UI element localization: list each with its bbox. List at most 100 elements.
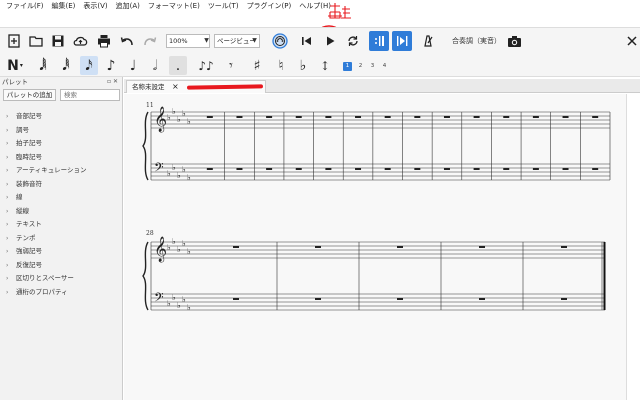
palette-item-grace-notes[interactable]: › 装飾音符 [0,178,122,192]
metronome-button[interactable] [418,31,438,51]
voice-2-button[interactable]: 2 [356,62,365,71]
tab-untitled[interactable]: 名称未設定 × [126,80,266,93]
key-flat: ♭ [167,113,171,122]
whole-rest [592,168,599,170]
menu-edit[interactable]: 編集(E) [48,0,80,13]
dot-icon: . [175,57,181,74]
loop-icon [348,36,358,46]
palette-item-time-signatures[interactable]: › 拍子記号 [0,137,122,151]
whole-rest [473,168,480,170]
palette-item-tempo[interactable]: › テンポ [0,232,122,246]
key-flat: ♭ [182,239,186,248]
rest-button[interactable]: 𝄾 [222,56,240,75]
score-canvas[interactable]: 11 28 𝄞 ♭ ♭ ♭ ♭ ♭ 𝄢 ♭ ♭ ♭ ♭ ♭ 𝄞 ♭ ♭ ♭ ♭ ♭ 𝄢 ♭ ♭ ♭ ♭ ♭ [124,94,626,400]
key-flat: ♭ [172,237,176,246]
tie-button[interactable]: ♪♪ [197,56,215,75]
palette-item-lines[interactable]: › 線 [0,191,122,205]
treble-clef: 𝄞 [154,236,167,262]
vertical-scrollbar[interactable] [626,94,640,400]
natural-button[interactable]: ♮ [272,56,290,75]
voice-3-button[interactable]: 3 [368,62,377,71]
key-flat: ♭ [187,117,191,126]
menu-plugins[interactable]: プラグイン(P) [243,0,296,13]
cloud-upload-button[interactable] [70,31,90,51]
whole-rest [562,168,569,170]
palette-item-articulations[interactable]: › アーティキュレーション [0,164,122,178]
save-button[interactable] [48,31,68,51]
whole-rest [355,168,362,170]
duration-32nd-button[interactable]: 𝅘𝅥𝅱 [57,56,75,75]
palette-item-text[interactable]: › テキスト [0,218,122,232]
chevron-right-icon: › [6,140,9,147]
palette-item-breaks-spacers[interactable]: › 区切りとスペーサー [0,272,122,286]
image-capture-button[interactable] [504,31,524,51]
brace [142,241,149,311]
augmentation-dot-button[interactable]: . [169,56,187,75]
undo-button[interactable] [117,31,137,51]
brace [142,111,149,181]
duration-half-button[interactable]: 𝅗𝅥 [146,56,164,75]
midi-input-button[interactable] [270,31,290,51]
print-button[interactable] [94,31,114,51]
whole-rest [473,116,480,118]
voice-4-button[interactable]: 4 [380,62,389,71]
play-button[interactable] [320,31,340,51]
concert-pitch-toggle[interactable]: 合奏調（実音） [452,36,501,46]
duration-16th-button[interactable]: 𝅘𝅥𝅯 [80,56,98,75]
voice-1-button[interactable]: 1 [343,62,352,71]
whole-rest [561,246,567,248]
pan-score-icon [397,36,408,46]
loop-button[interactable] [343,31,363,51]
play-repeats-button[interactable] [369,31,389,51]
pan-score-button[interactable] [392,31,412,51]
close-icon[interactable]: × [172,81,179,93]
palette-item-accidentals[interactable]: › 臨時記号 [0,151,122,165]
whole-rest [233,298,239,300]
whole-rest [397,298,403,300]
key-flat: ♭ [187,173,191,182]
palette-item-repeats[interactable]: › 反復記号 [0,259,122,273]
note-input-toolbar: N ▾ 𝅘𝅥𝅲 𝅘𝅥𝅱 𝅘𝅥𝅯 ♪ ♩ 𝅗𝅥 . ♪♪ 𝄾 ♯ ♮ ♭ ↕ 1 2… [0,54,640,77]
rewind-button[interactable] [296,31,316,51]
menu-view[interactable]: 表示(V) [79,0,111,13]
whole-rest [414,116,421,118]
menu-add[interactable]: 追加(A) [112,0,144,13]
duration-64th-button[interactable]: 𝅘𝅥𝅲 [34,56,52,75]
flip-direction-button[interactable]: ↕ [316,56,334,75]
menu-format[interactable]: フォーマット(E) [144,0,204,13]
whole-rest [355,116,362,118]
note-input-mode-button[interactable]: N ▾ [4,56,26,75]
sharp-button[interactable]: ♯ [248,56,266,75]
palette-item-beam-properties[interactable]: › 通桁のプロパティ [0,286,122,300]
duration-8th-button[interactable]: ♪ [102,56,120,75]
palette-item-barlines[interactable]: › 縦線 [0,205,122,219]
menu-tools[interactable]: ツール(T) [204,0,243,13]
whole-rest [315,246,321,248]
key-flat: ♭ [177,115,181,124]
whole-rest [414,168,421,170]
chevron-right-icon: › [6,207,9,215]
new-score-button[interactable] [4,31,24,51]
key-flat: ♭ [167,243,171,252]
add-palette-button[interactable]: パレットの追加 [3,89,56,101]
open-button[interactable] [26,31,46,51]
key-flat: ♭ [182,165,186,174]
duration-quarter-button[interactable]: ♩ [124,56,142,75]
key-flat: ♭ [182,295,186,304]
chevron-right-icon: › [6,194,9,201]
chevron-right-icon: › [6,275,9,282]
panel-controls[interactable]: ▫ ✕ [107,77,118,87]
palette-item-dynamics[interactable]: › 強弱記号 [0,245,122,259]
sixteenth-note-icon: 𝅘𝅥𝅯 [85,57,93,74]
flat-button[interactable]: ♭ [294,56,312,75]
chevron-down-icon[interactable]: ▼ [250,34,259,48]
palette-search-input[interactable]: 検索 [60,89,120,101]
redo-button[interactable] [140,31,160,51]
key-flat: ♭ [187,303,191,312]
menu-file[interactable]: ファイル(F) [2,0,48,13]
main-toolbar: 100% ▼ ページビュー ▼ 合奏調（実音） [0,27,640,54]
palette-item-clefs[interactable]: › 音部記号 [0,110,122,124]
palette-item-key-signatures[interactable]: › 調号 [0,124,122,138]
close-toolbar-button[interactable] [622,31,640,51]
chevron-down-icon[interactable]: ▼ [202,34,211,48]
